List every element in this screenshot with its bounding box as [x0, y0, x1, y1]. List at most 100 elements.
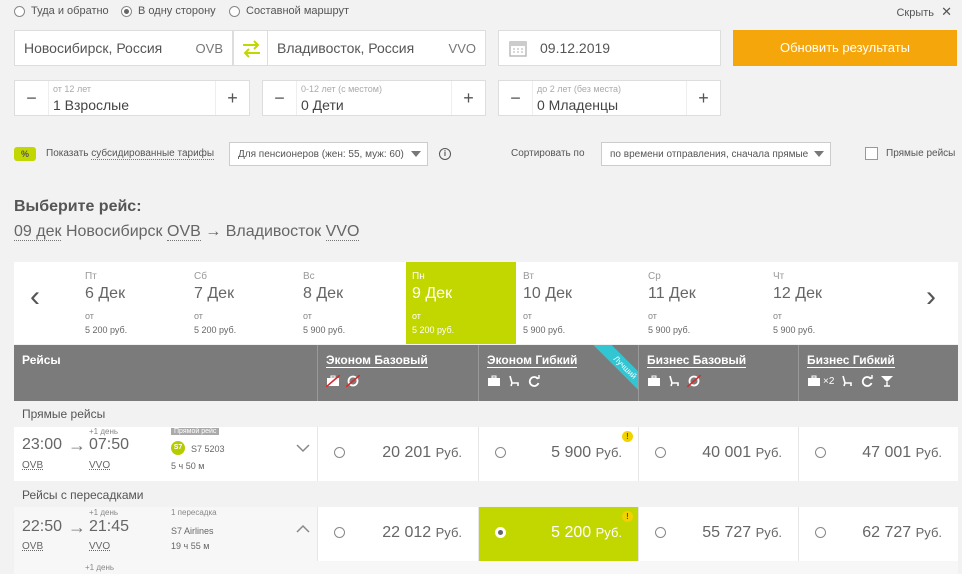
arrival-airport[interactable]: VVO: [89, 541, 110, 552]
date-option[interactable]: Сб 7 Дек от 5 200 руб.: [188, 262, 298, 344]
children-minus-button[interactable]: −: [263, 81, 297, 115]
destination-field[interactable]: Владивосток, Россия VVO: [267, 30, 486, 66]
sort-select[interactable]: по времени отправления, сначала прямые: [601, 142, 831, 166]
infants-stepper[interactable]: − до 2 лет (без места) 0 Младенцы +: [498, 80, 721, 116]
infants-minus-button[interactable]: −: [499, 81, 533, 115]
fare-header-economy-basic: Эконом Базовый: [317, 345, 478, 401]
date-next-button[interactable]: ›: [926, 282, 936, 312]
discount-badge-icon: %: [14, 147, 36, 161]
adults-minus-button[interactable]: −: [15, 81, 49, 115]
arrival-time: 07:50: [89, 436, 130, 453]
fare-cell-economy-flex-selected[interactable]: ! 5 200 Руб.: [478, 507, 638, 561]
fare-header-label: Эконом Гибкий: [487, 353, 578, 368]
fare-price: 40 001 Руб.: [702, 444, 782, 461]
direct-only-toggle[interactable]: Прямые рейсы: [865, 147, 955, 160]
fare-cell-economy-basic[interactable]: 22 012 Руб.: [317, 507, 478, 561]
stops-count: 1 пересадка: [171, 508, 217, 517]
date-option[interactable]: Пн 9 Дек от 5 200 руб.: [406, 262, 516, 344]
route-from-code[interactable]: OVB: [167, 223, 201, 241]
flight-duration: 5 ч 50 м: [171, 461, 205, 471]
date-prev-button[interactable]: ‹: [30, 282, 40, 312]
route-date-link[interactable]: 09 дек: [14, 223, 62, 241]
radio-roundtrip[interactable]: [14, 5, 25, 17]
infants-value: 0 Младенцы: [537, 97, 619, 113]
date-day: 9 Дек: [412, 285, 453, 302]
fare-header-label: Бизнес Гибкий: [807, 353, 895, 368]
fare-radio[interactable]: [334, 527, 345, 538]
flight-duration: 19 ч 55 м: [171, 541, 210, 551]
date-min-price: 5 200 руб.: [194, 325, 237, 335]
fare-radio[interactable]: [655, 447, 666, 458]
flight-row-direct[interactable]: 23:00 → +1 день 07:50 OVB VVO Прямой рей…: [14, 427, 958, 481]
date-option[interactable]: Чт 12 Дек от 5 900 руб.: [767, 262, 892, 344]
children-stepper[interactable]: − 0-12 лет (с местом) 0 Дети +: [262, 80, 486, 116]
chevron-down-icon[interactable]: [296, 444, 310, 453]
fare-radio[interactable]: [815, 447, 826, 458]
adults-stepper[interactable]: − от 12 лет 1 Взрослые +: [14, 80, 250, 116]
update-results-button[interactable]: Обновить результаты: [733, 30, 957, 66]
date-option[interactable]: Вт 10 Дек от 5 900 руб.: [517, 262, 642, 344]
subsidized-link[interactable]: субсидированные тарифы: [91, 148, 215, 160]
fare-cell-business-basic[interactable]: 55 727 Руб.: [638, 507, 798, 561]
destination-city: Владивосток, Россия: [277, 40, 415, 56]
best-ribbon: Лучший: [586, 345, 638, 397]
direct-flight-badge: Прямой рейс: [171, 428, 220, 435]
infants-plus-button[interactable]: +: [686, 81, 720, 115]
flights-column-header: Рейсы: [14, 345, 317, 401]
hide-link[interactable]: Скрыть ✕: [896, 4, 952, 20]
swap-button[interactable]: [233, 30, 268, 66]
date-from-label: от: [412, 311, 421, 321]
fare-header-label: Эконом Базовый: [326, 353, 428, 368]
arrival-airport[interactable]: VVO: [89, 460, 110, 471]
radio-oneway[interactable]: [121, 5, 132, 17]
fare-radio[interactable]: [815, 527, 826, 538]
arrow-right-icon: →: [68, 517, 86, 537]
date-day: 12 Дек: [773, 285, 822, 302]
info-icon[interactable]: i: [439, 148, 451, 160]
pensioner-select[interactable]: Для пенсионеров (жен: 55, муж: 60): [229, 142, 428, 166]
date-option[interactable]: Пт 6 Дек от 5 200 руб.: [79, 262, 189, 344]
subsidized-toggle[interactable]: Показать субсидированные тарифы: [46, 148, 215, 160]
airline-name: S7 Airlines: [171, 526, 214, 536]
flight-row-connecting[interactable]: 22:50 → +1 день 21:45 OVB VVO 1 пересадк…: [14, 507, 958, 574]
date-min-price: 5 900 руб.: [648, 325, 691, 335]
fare-cell-business-basic[interactable]: 40 001 Руб.: [638, 427, 798, 481]
departure-airport[interactable]: OVB: [22, 460, 43, 471]
date-field[interactable]: 09.12.2019: [498, 30, 721, 66]
route-to-code[interactable]: VVO: [325, 223, 360, 241]
close-icon[interactable]: ✕: [941, 4, 952, 19]
flight-number: S7 5203: [191, 444, 225, 454]
date-from-label: от: [85, 311, 94, 321]
fare-radio[interactable]: [655, 527, 666, 538]
children-plus-button[interactable]: +: [451, 81, 485, 115]
direct-only-checkbox[interactable]: [865, 147, 878, 160]
s7-logo-icon: S7: [171, 441, 185, 455]
fare-cell-economy-flex[interactable]: ! 5 900 Руб.: [478, 427, 638, 481]
fare-header-icons: [647, 375, 701, 387]
calendar-icon: [509, 41, 527, 57]
best-ribbon-label: Лучший: [588, 345, 638, 397]
departure-airport[interactable]: OVB: [22, 541, 43, 552]
trip-oneway-option[interactable]: В одну сторону: [121, 5, 216, 17]
fare-radio[interactable]: [495, 527, 506, 538]
date-option[interactable]: Ср 11 Дек от 5 900 руб.: [642, 262, 767, 344]
fare-radio[interactable]: [495, 447, 506, 458]
adults-plus-button[interactable]: +: [215, 81, 249, 115]
fare-cell-business-flex[interactable]: 62 727 Руб.: [798, 507, 958, 561]
no-baggage-icon: [326, 375, 340, 387]
route-summary: 09 дек Новосибирск OVB → Владивосток VVO: [14, 223, 360, 241]
origin-field[interactable]: Новосибирск, Россия OVB: [14, 30, 233, 66]
fare-radio[interactable]: [334, 447, 345, 458]
chevron-up-icon[interactable]: [296, 524, 310, 533]
destination-code: VVO: [448, 41, 476, 56]
date-min-price: 5 200 руб.: [85, 325, 128, 335]
baggage-icon: [808, 375, 820, 386]
fare-cell-economy-basic[interactable]: 20 201 Руб.: [317, 427, 478, 481]
flights-header-label: Рейсы: [22, 353, 61, 367]
fare-cell-business-flex[interactable]: 47 001 Руб.: [798, 427, 958, 481]
date-option[interactable]: Вс 8 Дек от 5 900 руб.: [297, 262, 407, 344]
radio-multi[interactable]: [229, 5, 240, 17]
trip-multi-option[interactable]: Составной маршрут: [229, 5, 349, 17]
trip-roundtrip-option[interactable]: Туда и обратно: [14, 5, 109, 17]
date-dow: Пт: [85, 271, 97, 282]
